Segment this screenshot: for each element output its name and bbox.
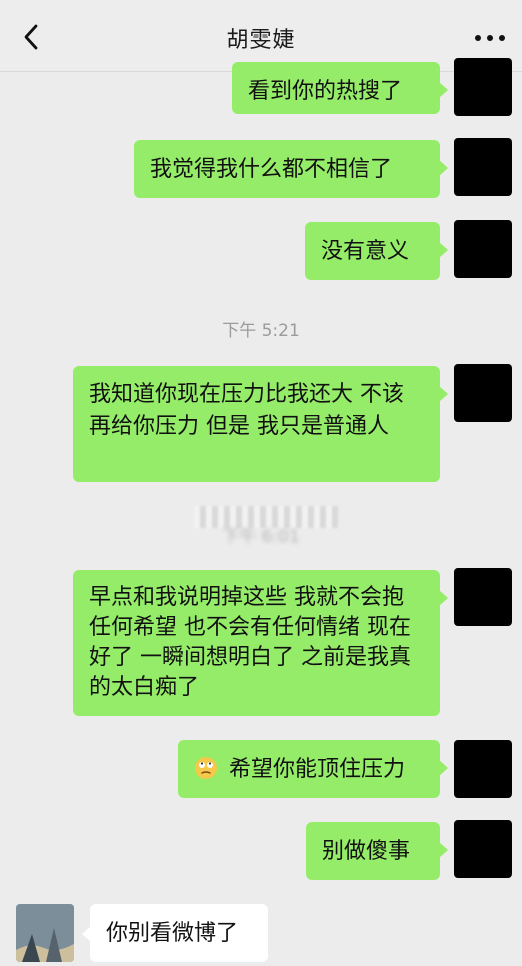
message-text: 我知道你现在压力比我还大 不该再给你压力 但是 我只是普通人 — [89, 382, 404, 439]
message-bubble[interactable]: 看到你的热搜了 — [232, 62, 448, 114]
message-bubble[interactable]: 我知道你现在压力比我还大 不该再给你压力 但是 我只是普通人 — [73, 366, 448, 482]
avatar[interactable] — [454, 58, 512, 116]
timestamp: 下午 6:01 — [222, 527, 300, 547]
chat-title: 胡雯婕 — [226, 28, 296, 53]
avatar[interactable] — [454, 220, 512, 278]
avatar[interactable] — [454, 138, 512, 196]
avatar-photo-icon — [16, 904, 74, 962]
more-button[interactable] — [470, 26, 510, 50]
message-text: 看到你的热搜了 — [248, 79, 403, 104]
avatar[interactable] — [454, 740, 512, 798]
message-bubble[interactable]: 我觉得我什么都不相信了 — [134, 140, 448, 198]
message-bubble[interactable]: 没有意义 — [305, 222, 448, 280]
timestamp: 下午 5:21 — [222, 321, 300, 341]
avatar[interactable] — [454, 568, 512, 626]
message-bubble[interactable]: 希望你能顶住压力 — [178, 740, 448, 798]
avatar[interactable] — [454, 364, 512, 422]
chat-window: 胡雯婕 看到你的热搜了 我觉得我什么都不相信了 没有意义 下午 5:21 我知道… — [0, 0, 522, 966]
message-text: 别做傻事 — [322, 839, 411, 864]
message-text: 你别看微博了 — [106, 921, 239, 946]
avatar[interactable] — [454, 820, 512, 878]
more-icon — [475, 35, 505, 41]
message-text: 我觉得我什么都不相信了 — [150, 157, 393, 182]
face-with-rolling-eyes-emoji — [195, 757, 217, 779]
message-text: 早点和我说明掉这些 我就不会抱任何希望 也不会有任何情绪 现在好了 一瞬间想明白… — [89, 585, 411, 700]
avatar[interactable] — [16, 904, 74, 962]
message-text: 希望你能顶住压力 — [229, 757, 406, 782]
message-text: 没有意义 — [321, 239, 410, 264]
message-bubble[interactable]: 早点和我说明掉这些 我就不会抱任何希望 也不会有任何情绪 现在好了 一瞬间想明白… — [73, 570, 448, 716]
message-bubble[interactable]: 你别看微博了 — [82, 904, 268, 962]
message-bubble[interactable]: 别做傻事 — [306, 822, 448, 880]
